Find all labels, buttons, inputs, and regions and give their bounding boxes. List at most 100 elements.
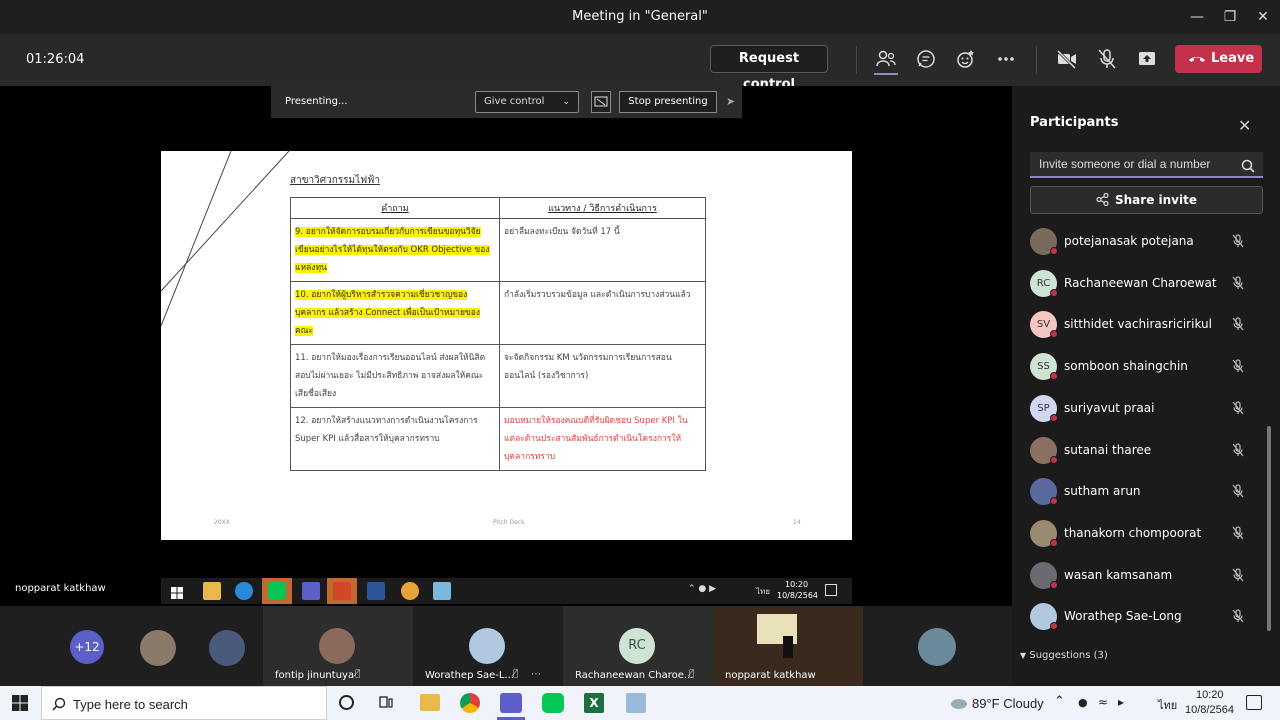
chrome-icon[interactable] xyxy=(460,693,480,713)
presence-status-badge xyxy=(1050,372,1058,381)
wifi-icon[interactable]: ≈ xyxy=(1098,695,1108,709)
shared-taskbar: ⌃ ● ▶ ไทย 10:20 10/8/2564 xyxy=(161,578,852,604)
mic-off-icon xyxy=(1230,525,1246,545)
window-title: Meeting in "General" xyxy=(572,9,708,24)
video-tile[interactable]: RC Rachaneewan Charoe... 🎙̸ xyxy=(563,606,713,686)
slide-table: คำถาม แนวทาง / วิธีการดำเนินการ 9. อยากใ… xyxy=(290,197,706,471)
excel-icon[interactable]: X xyxy=(584,693,604,713)
participant-row[interactable]: wasan kamsanam xyxy=(1030,561,1265,591)
file-explorer-icon[interactable] xyxy=(420,694,440,711)
chat-icon[interactable] xyxy=(914,47,938,71)
reactions-icon[interactable] xyxy=(954,47,978,71)
participant-name: Worathep Sae-Long xyxy=(1064,609,1182,624)
maximize-icon[interactable]: ❐ xyxy=(1218,6,1242,28)
video-tile[interactable]: Worathep Sae-L... 🎙̸ ⋯ xyxy=(413,606,563,686)
title-bar: Meeting in "General" — ❐ ✕ xyxy=(0,0,1280,34)
mic-off-icon xyxy=(1230,442,1246,462)
windows-start-icon xyxy=(171,584,183,599)
request-control-button[interactable]: Request control xyxy=(710,45,828,92)
meeting-toolbar: 01:26:04 Request control Leave xyxy=(0,34,1280,92)
table-header-question: คำถาม xyxy=(290,197,500,219)
slide-footer-year: 20XX xyxy=(214,519,230,526)
presence-status-badge xyxy=(1050,330,1058,339)
participant-name: suriyavut praai xyxy=(1064,400,1155,415)
presence-status-badge xyxy=(1050,455,1058,464)
participant-row[interactable]: SS somboon shaingchin xyxy=(1030,352,1265,382)
invite-search-input[interactable] xyxy=(1030,152,1263,178)
task-view-icon[interactable] xyxy=(378,695,394,715)
slide-page-number: 14 xyxy=(793,519,801,526)
notification-center-icon[interactable] xyxy=(1246,695,1262,710)
tile-name: fontip jinuntuya xyxy=(275,670,355,681)
avatar xyxy=(469,628,505,664)
participant-row[interactable]: SP suriyavut praai xyxy=(1030,394,1265,424)
mic-off-icon xyxy=(1230,233,1246,253)
slide-footer-title: Pitch Deck xyxy=(493,519,525,526)
give-control-label: Give control xyxy=(484,96,545,107)
mic-icon[interactable]: ● xyxy=(1078,696,1088,709)
participant-row[interactable]: SV sitthidet vachirasricirikul xyxy=(1030,310,1265,340)
participants-panel: Participants ✕ Share invite potejanasak … xyxy=(1012,86,1280,686)
more-options-icon[interactable]: ⋯ xyxy=(531,669,541,680)
presence-status-badge xyxy=(1050,622,1058,631)
table-cell: มอบหมายให้รองคณบดีที่รับผิดชอบ Super KPI… xyxy=(499,407,706,471)
windows-start-icon[interactable] xyxy=(12,695,28,715)
powerpoint-icon xyxy=(333,582,351,600)
windows-taskbar: Type here to search X 89°F Cloudy ⌃ ● ≈ … xyxy=(0,686,1280,720)
camera-feed-person xyxy=(783,636,793,658)
participant-row[interactable]: RC Rachaneewan Charoewat xyxy=(1030,269,1265,299)
video-tile[interactable]: nopparat katkhaw xyxy=(713,606,863,686)
participant-name: sutham arun xyxy=(1064,484,1141,499)
taskbar-time[interactable]: 10:20 xyxy=(1196,689,1224,701)
suggestions-toggle[interactable]: ▼ Suggestions (3) xyxy=(1020,650,1108,661)
cortana-icon[interactable] xyxy=(339,695,354,710)
taskbar-search-box[interactable]: Type here to search xyxy=(41,686,327,720)
share-invite-button[interactable]: Share invite xyxy=(1030,186,1263,214)
presence-status-badge xyxy=(1050,247,1058,255)
close-window-icon[interactable]: ✕ xyxy=(1251,6,1275,28)
search-icon[interactable] xyxy=(1241,158,1255,177)
participant-row[interactable]: Worathep Sae-Long xyxy=(1030,602,1265,632)
participant-row[interactable]: sutham arun xyxy=(1030,477,1265,507)
mic-off-icon xyxy=(1230,567,1246,587)
participants-icon[interactable] xyxy=(874,47,898,75)
pin-icon[interactable]: ➤ xyxy=(726,95,735,108)
weather-text[interactable]: 89°F Cloudy xyxy=(972,696,1044,711)
participant-name: wasan kamsanam xyxy=(1064,567,1173,582)
participant-name: thanakorn chompoorat xyxy=(1064,525,1202,540)
mic-off-icon[interactable] xyxy=(1095,47,1119,71)
taskbar-date[interactable]: 10/8/2564 xyxy=(1185,704,1234,716)
close-icon[interactable]: ✕ xyxy=(1238,116,1251,135)
participant-row[interactable]: thanakorn chompoorat xyxy=(1030,519,1265,549)
more-options-icon[interactable] xyxy=(994,47,1018,71)
camera-off-icon[interactable] xyxy=(1055,47,1079,71)
share-screen-icon[interactable] xyxy=(1135,47,1159,71)
participant-name: sitthidet vachirasricirikul xyxy=(1064,317,1212,332)
line-icon[interactable] xyxy=(542,693,564,713)
participant-row[interactable]: potejanasak potejana xyxy=(1030,227,1265,257)
table-cell: 11. อยากให้มองเรื่องการเรียนออนไลน์ ส่งผ… xyxy=(290,344,500,408)
teams-icon[interactable] xyxy=(500,693,522,713)
word-icon xyxy=(367,582,385,600)
give-control-dropdown[interactable]: Give control ⌄ xyxy=(475,91,579,113)
panel-scrollbar[interactable] xyxy=(1267,426,1271,631)
avatar: RC xyxy=(619,628,655,664)
stop-presenting-button[interactable]: Stop presenting xyxy=(619,91,717,113)
slide-heading: สาขาวิศวกรรมไฟฟ้า xyxy=(290,175,380,186)
language-indicator[interactable]: ไทย xyxy=(1158,696,1177,714)
paint-icon[interactable] xyxy=(626,693,646,713)
shared-lang: ไทย xyxy=(756,587,770,596)
include-audio-icon[interactable] xyxy=(591,91,611,113)
participant-row[interactable]: sutanai tharee xyxy=(1030,436,1265,466)
leave-button[interactable]: Leave xyxy=(1175,45,1262,73)
more-participants-badge[interactable]: +12 xyxy=(70,630,104,664)
chevron-up-icon[interactable]: ⌃ xyxy=(1054,694,1065,709)
chrome-icon xyxy=(401,582,419,600)
weather-icon[interactable] xyxy=(948,695,968,714)
video-tile[interactable]: fontip jinuntuya 🎙̸ xyxy=(263,606,413,686)
volume-icon[interactable]: ▸ xyxy=(1118,695,1124,709)
minimize-icon[interactable]: — xyxy=(1185,6,1209,28)
line-icon xyxy=(268,582,286,600)
tray-icons: ⌃ ● ▶ xyxy=(688,584,717,594)
mic-off-icon xyxy=(1230,400,1246,420)
